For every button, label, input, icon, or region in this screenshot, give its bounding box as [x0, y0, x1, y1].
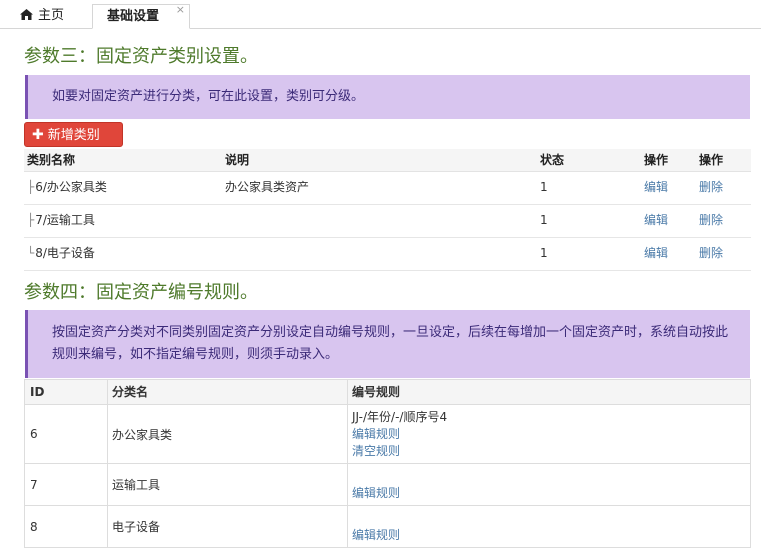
rule-row: 8 电子设备 编辑规则	[25, 506, 750, 547]
edit-rule-link[interactable]: 编辑规则	[352, 427, 400, 441]
section3-notice: 如要对固定资产进行分类，可在此设置，类别可分级。	[25, 75, 750, 119]
category-table-header: 类别名称 说明 状态 操作 操作	[24, 149, 751, 172]
header-description: 说明	[225, 153, 250, 167]
category-state: 1	[540, 246, 548, 260]
close-icon[interactable]: ×	[176, 0, 185, 22]
header-id: ID	[25, 380, 108, 404]
tree-branch-icon: ├	[27, 213, 35, 227]
header-category: 分类名	[108, 380, 348, 404]
rule-id: 6	[25, 405, 108, 463]
rule-category-name: 运输工具	[108, 464, 348, 505]
edit-rule-link[interactable]: 编辑规则	[352, 528, 400, 542]
delete-link[interactable]: 删除	[699, 171, 723, 204]
delete-link[interactable]: 删除	[699, 204, 723, 237]
category-name: 6/办公家具类	[35, 180, 107, 194]
header-rule: 编号规则	[352, 385, 401, 399]
category-row: └8/电子设备 1 编辑 删除	[24, 237, 751, 271]
category-name: 8/电子设备	[35, 246, 95, 260]
edit-link[interactable]: 编辑	[644, 171, 668, 204]
home-icon	[20, 9, 33, 20]
category-name: 7/运输工具	[35, 213, 95, 227]
rule-category-name: 办公家具类	[108, 405, 348, 463]
section3-title: 参数三：固定资产类别设置。	[24, 46, 258, 67]
rule-text: JJ-/年份/-/顺序号4	[352, 410, 448, 424]
section4-title: 参数四：固定资产编号规则。	[24, 282, 258, 303]
rule-table-header: ID 分类名 编号规则	[25, 380, 750, 405]
rule-row: 7 运输工具 编辑规则	[25, 464, 750, 506]
category-row: ├7/运输工具 1 编辑 删除	[24, 204, 751, 238]
category-state: 1	[540, 213, 548, 227]
numbering-rule-table: ID 分类名 编号规则 6 办公家具类 JJ-/年份/-/顺序号4 编辑规则 清…	[24, 379, 751, 548]
edit-rule-link[interactable]: 编辑规则	[352, 486, 400, 500]
add-category-button[interactable]: ✚ 新增类别	[24, 122, 123, 147]
header-category-name: 类别名称	[27, 153, 76, 167]
tab-basic-settings-label: 基础设置	[107, 9, 160, 24]
plus-icon: ✚	[32, 127, 44, 143]
tab-basic-settings[interactable]: 基础设置 ×	[92, 3, 190, 29]
tab-home[interactable]: 主页	[14, 4, 84, 28]
add-category-label: 新增类别	[47, 128, 100, 143]
rule-id: 8	[25, 506, 108, 547]
edit-link[interactable]: 编辑	[644, 204, 668, 237]
header-state: 状态	[540, 153, 565, 167]
rule-id: 7	[25, 464, 108, 505]
tree-end-icon: └	[27, 246, 35, 260]
category-row: ├6/办公家具类 办公家具类资产 1 编辑 删除	[24, 171, 751, 205]
rule-category-name: 电子设备	[108, 506, 348, 547]
header-operation: 操作	[699, 153, 724, 167]
tab-bar: 主页 基础设置 ×	[0, 0, 761, 29]
tab-home-label: 主页	[38, 8, 65, 23]
edit-link[interactable]: 编辑	[644, 237, 668, 270]
tree-branch-icon: ├	[27, 180, 35, 194]
header-operation: 操作	[644, 153, 669, 167]
section4-notice: 按固定资产分类对不同类别固定资产分别设定自动编号规则，一旦设定，后续在每增加一个…	[25, 310, 750, 378]
delete-link[interactable]: 删除	[699, 237, 723, 270]
clear-rule-link[interactable]: 清空规则	[352, 444, 400, 458]
category-description: 办公家具类资产	[225, 180, 310, 194]
category-state: 1	[540, 180, 548, 194]
rule-row: 6 办公家具类 JJ-/年份/-/顺序号4 编辑规则 清空规则	[25, 405, 750, 464]
